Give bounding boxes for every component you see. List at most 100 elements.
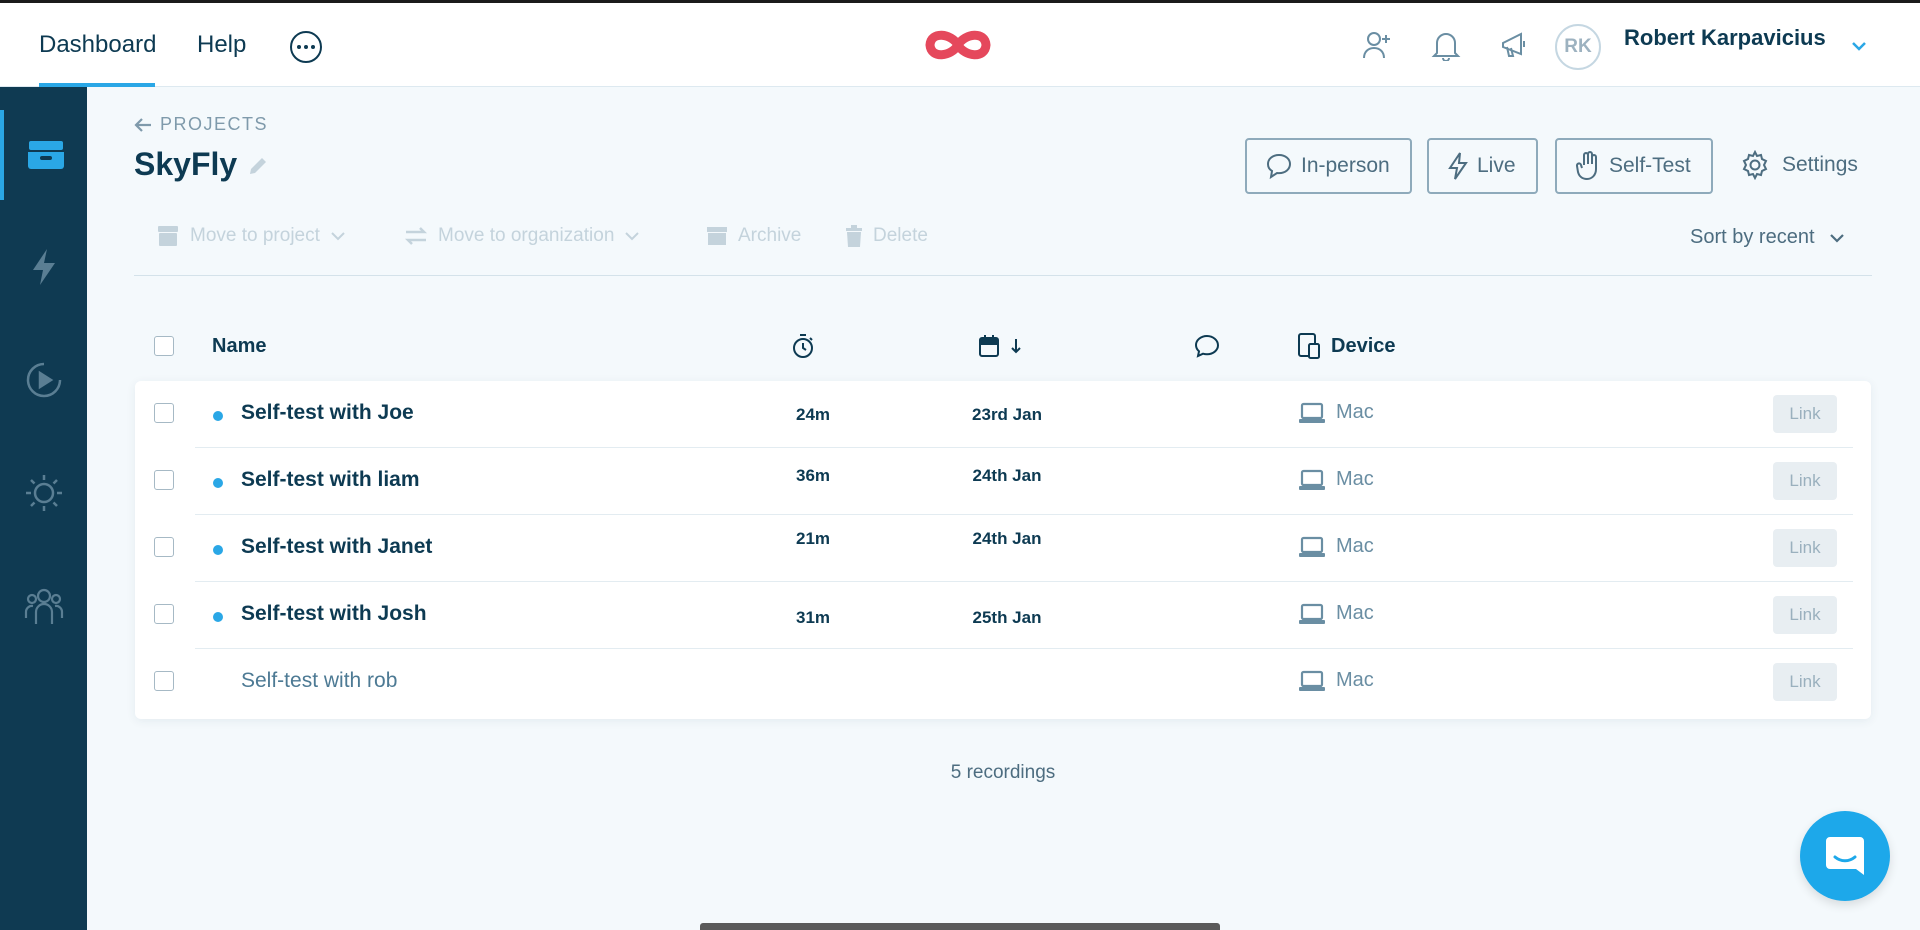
live-button[interactable]: Live — [1427, 138, 1538, 194]
move-to-organization-label: Move to organization — [438, 225, 615, 246]
recording-date: 24th Jan — [972, 529, 1042, 548]
chat-button[interactable] — [1800, 811, 1890, 901]
breadcrumb-label: PROJECTS — [160, 114, 269, 134]
timer-icon[interactable] — [791, 326, 815, 366]
hand-icon — [1575, 151, 1597, 181]
table-header: Name Device — [134, 326, 1872, 366]
sidebar-item-insights[interactable] — [0, 448, 87, 538]
gear-icon — [1742, 150, 1768, 180]
table-row[interactable]: Self-test with rob Mac Link — [135, 649, 1871, 716]
infinity-logo[interactable] — [925, 27, 991, 68]
settings-button[interactable]: Settings — [1740, 150, 1858, 180]
move-to-project-button[interactable]: Move to project — [156, 225, 346, 247]
avatar[interactable]: RK — [1555, 24, 1601, 70]
archive-box-icon — [158, 226, 178, 246]
recording-duration: 24m — [795, 405, 831, 424]
device-label: Mac — [1336, 669, 1374, 691]
self-test-label: Self-Test — [1609, 154, 1691, 177]
row-checkbox[interactable] — [154, 403, 174, 423]
sidebar-item-projects[interactable] — [0, 110, 87, 200]
avatar-initials: RK — [1564, 36, 1592, 57]
table-row[interactable]: Self-test with liam 36m 24th Jan Mac Lin… — [135, 448, 1871, 515]
recording-name[interactable]: Self-test with rob — [241, 669, 397, 693]
lightning-icon — [32, 249, 55, 285]
device-label: Mac — [1336, 602, 1374, 624]
sidebar — [0, 87, 87, 930]
speech-bubble-icon — [1266, 153, 1292, 180]
column-name[interactable]: Name — [212, 326, 266, 366]
device-icon — [1298, 333, 1320, 359]
delete-button[interactable]: Delete — [845, 225, 928, 247]
link-button[interactable]: Link — [1773, 529, 1837, 567]
megaphone-icon[interactable] — [1497, 28, 1531, 62]
comment-icon[interactable] — [1194, 326, 1220, 366]
swap-icon — [404, 227, 428, 245]
settings-label: Settings — [1782, 153, 1858, 176]
breadcrumb[interactable]: PROJECTS — [134, 114, 268, 135]
recording-device: Mac — [1298, 535, 1374, 558]
recording-device: Mac — [1298, 468, 1374, 491]
recording-name[interactable]: Self-test with Janet — [241, 535, 432, 559]
link-button[interactable]: Link — [1773, 663, 1837, 701]
sun-icon — [25, 475, 62, 511]
device-label: Mac — [1336, 535, 1374, 557]
column-device-label: Device — [1331, 334, 1396, 357]
recording-device: Mac — [1298, 401, 1374, 424]
move-to-organization-button[interactable]: Move to organization — [404, 225, 640, 247]
laptop-icon — [1299, 603, 1325, 624]
recording-device: Mac — [1298, 602, 1374, 625]
tab-help[interactable]: Help — [197, 3, 246, 87]
row-checkbox[interactable] — [154, 537, 174, 557]
chevron-down-icon[interactable] — [1850, 39, 1868, 57]
link-button[interactable]: Link — [1773, 462, 1837, 500]
recording-name[interactable]: Self-test with Josh — [241, 602, 427, 626]
lightning-icon — [1448, 152, 1468, 180]
recording-date: 23rd Jan — [972, 405, 1042, 424]
chevron-down-icon — [1829, 233, 1844, 243]
sidebar-item-recordings[interactable] — [0, 335, 87, 425]
chevron-down-icon — [331, 232, 345, 241]
more-icon[interactable] — [290, 31, 322, 63]
recording-name[interactable]: Self-test with liam — [241, 468, 420, 492]
self-test-button[interactable]: Self-Test — [1555, 138, 1713, 194]
column-device[interactable]: Device — [1297, 326, 1396, 366]
bell-icon[interactable] — [1429, 28, 1463, 62]
play-icon — [26, 362, 61, 398]
team-icon — [24, 588, 63, 624]
calendar-icon — [979, 335, 999, 357]
table-row[interactable]: Self-test with Joe 24m 23rd Jan Mac Link — [135, 381, 1871, 448]
row-checkbox[interactable] — [154, 604, 174, 624]
in-person-label: In-person — [1301, 154, 1390, 177]
archive-box-icon — [27, 141, 64, 169]
page-title: SkyFly — [134, 146, 238, 182]
recording-name[interactable]: Self-test with Joe — [241, 401, 414, 425]
in-person-button[interactable]: In-person — [1245, 138, 1412, 194]
link-button[interactable]: Link — [1773, 596, 1837, 634]
pencil-icon[interactable] — [246, 154, 270, 183]
archive-button[interactable]: Archive — [706, 225, 801, 247]
chat-icon — [1826, 837, 1864, 875]
chevron-down-icon — [625, 232, 640, 241]
column-date[interactable] — [978, 326, 1022, 366]
archive-label: Archive — [738, 225, 802, 246]
device-label: Mac — [1336, 468, 1374, 490]
recording-duration: 31m — [795, 608, 831, 627]
sort-label: Sort by recent — [1690, 226, 1815, 248]
laptop-icon — [1299, 536, 1325, 557]
select-all-checkbox[interactable] — [154, 326, 174, 366]
add-user-icon[interactable] — [1360, 28, 1394, 62]
tab-dashboard[interactable]: Dashboard — [39, 3, 156, 87]
link-button[interactable]: Link — [1773, 395, 1837, 433]
sidebar-item-team[interactable] — [0, 561, 87, 651]
sidebar-item-live[interactable] — [0, 222, 87, 312]
live-label: Live — [1477, 154, 1516, 177]
sort-dropdown[interactable]: Sort by recent — [1690, 226, 1845, 249]
recording-date: 25th Jan — [972, 608, 1042, 627]
row-checkbox[interactable] — [154, 470, 174, 490]
user-name[interactable]: Robert Karpavicius — [1624, 25, 1826, 51]
recording-duration: 21m — [795, 529, 831, 548]
table-row[interactable]: Self-test with Josh 31m 25th Jan Mac Lin… — [135, 582, 1871, 649]
row-checkbox[interactable] — [154, 671, 174, 691]
recording-duration: 36m — [795, 466, 831, 485]
table-row[interactable]: Self-test with Janet 21m 24th Jan Mac Li… — [135, 515, 1871, 582]
